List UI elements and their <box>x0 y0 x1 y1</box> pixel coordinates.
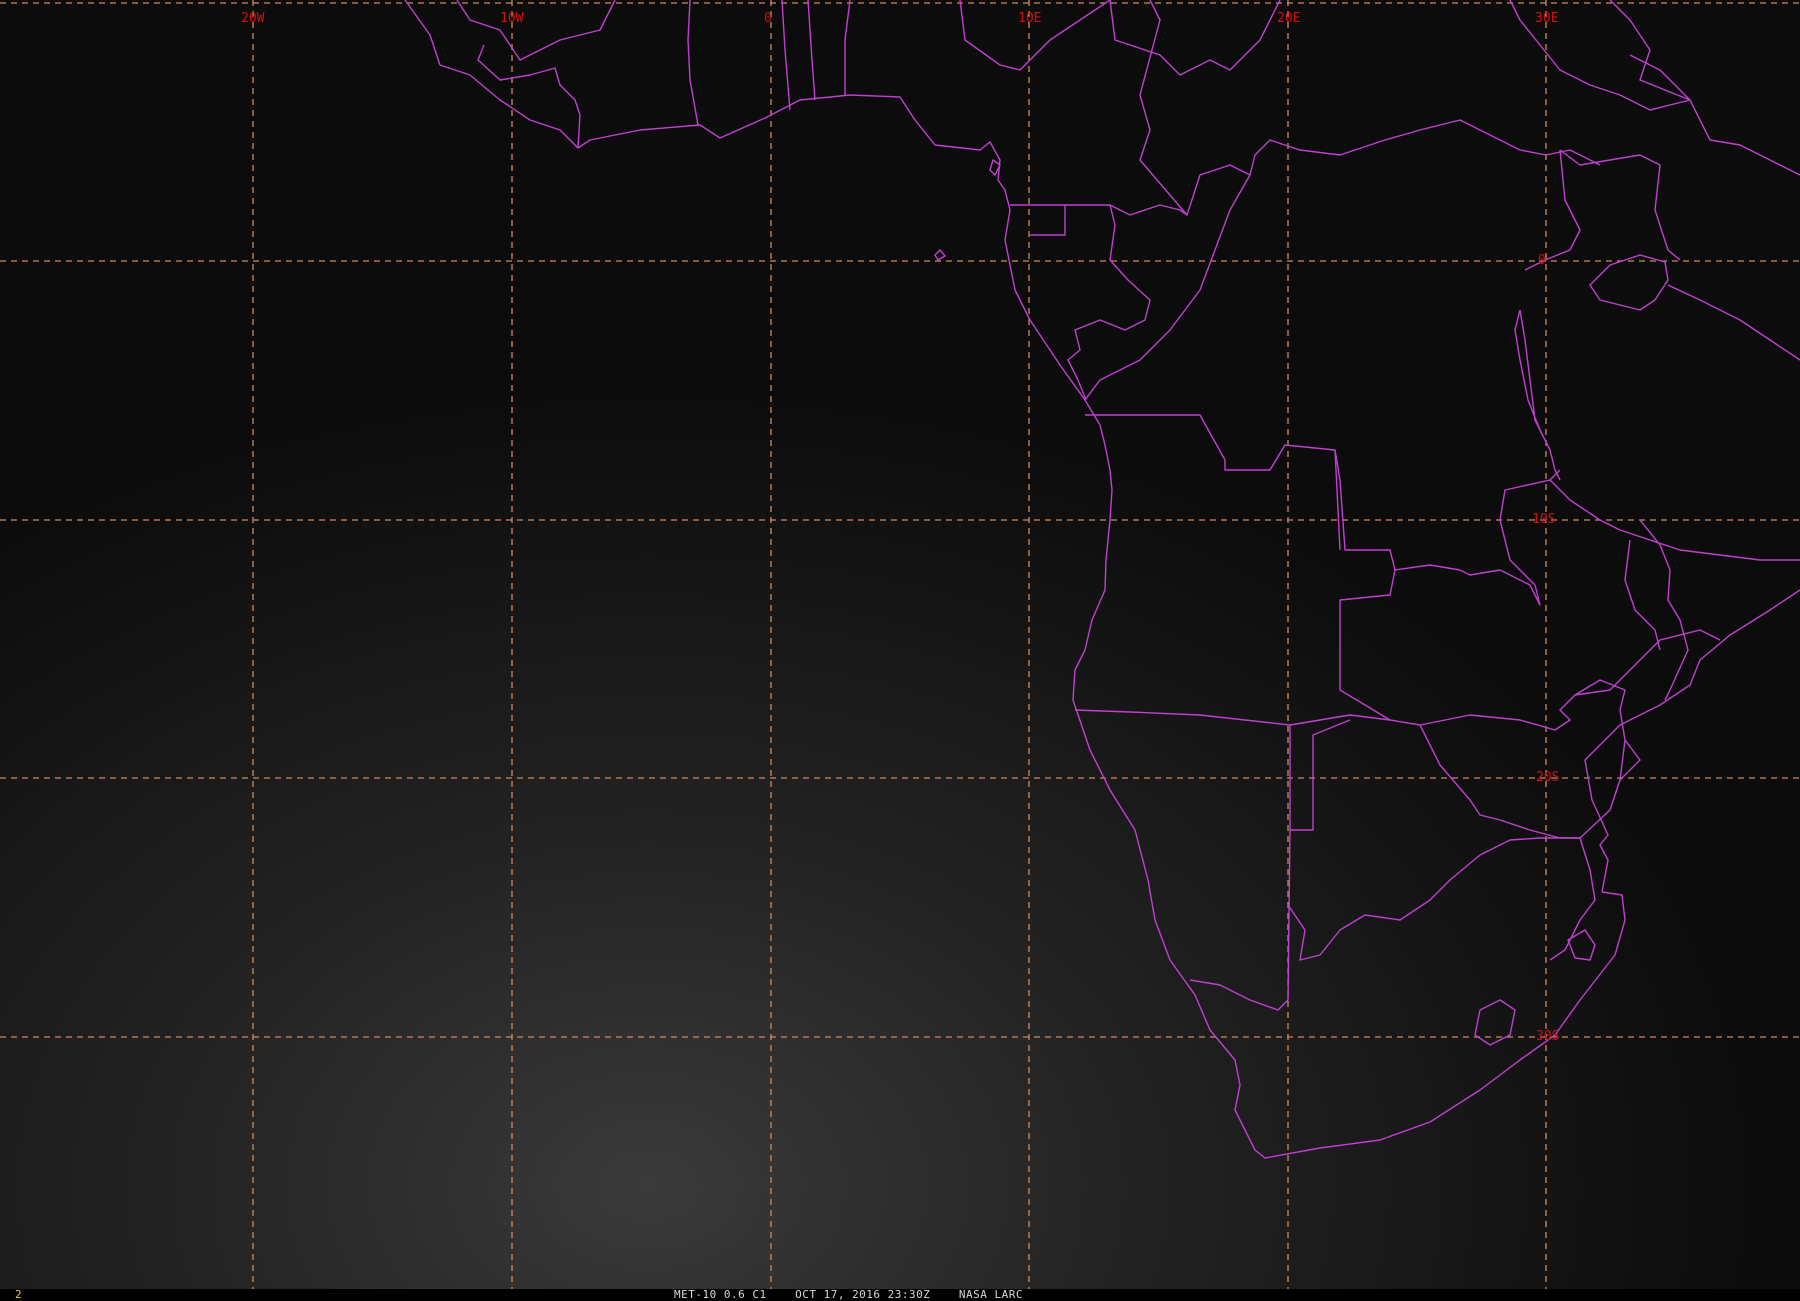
satellite-image-viewer: 20W 10W 0 10E 20E 30E 0 10S 20S 30S 2 ME… <box>0 0 1800 1300</box>
lat-label-10s: 10S <box>1532 512 1555 527</box>
lon-label-0: 0 <box>764 11 772 26</box>
image-info-bar: 2 MET-10 0.6 C1 OCT 17, 2016 23:30Z NASA… <box>0 1289 1800 1300</box>
lon-label-20w: 20W <box>241 11 265 26</box>
satellite-imagery <box>0 0 1800 1289</box>
lon-label-10e: 10E <box>1018 11 1041 26</box>
lat-label-20s: 20S <box>1536 770 1559 785</box>
lon-label-10w: 10W <box>500 11 524 26</box>
lat-label-0: 0 <box>1538 253 1546 268</box>
lon-label-20e: 20E <box>1277 11 1300 26</box>
lon-label-30e: 30E <box>1535 11 1558 26</box>
lat-label-30s: 30S <box>1536 1029 1559 1044</box>
frame-number: 2 <box>15 1288 22 1301</box>
image-caption: MET-10 0.6 C1 OCT 17, 2016 23:30Z NASA L… <box>674 1288 1024 1301</box>
satellite-map: 20W 10W 0 10E 20E 30E 0 10S 20S 30S <box>0 0 1800 1289</box>
